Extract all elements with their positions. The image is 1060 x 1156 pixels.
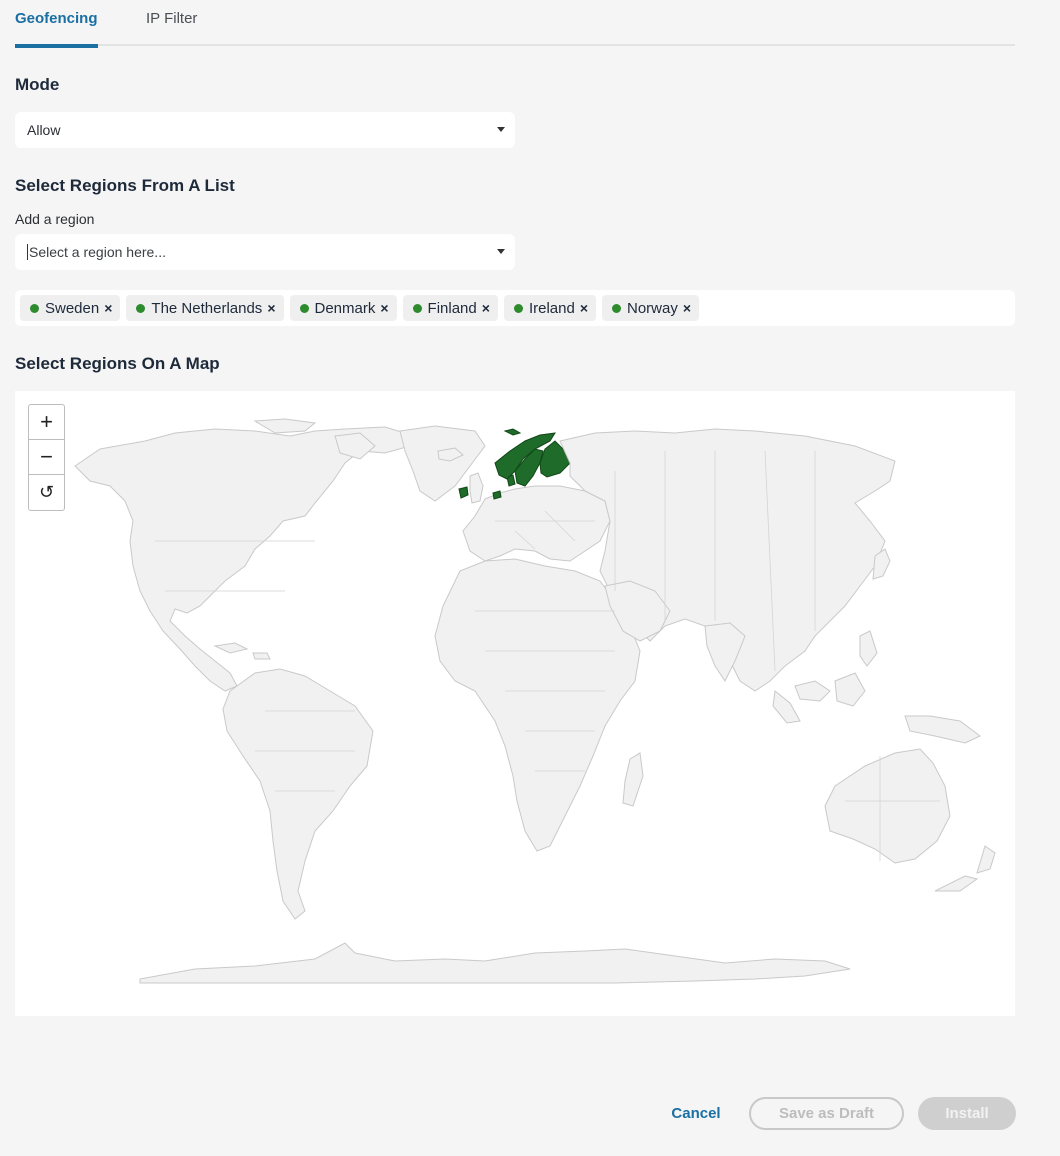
status-dot-icon bbox=[136, 303, 146, 313]
status-dot-icon bbox=[412, 303, 422, 313]
selected-regions: Sweden × The Netherlands × Denmark × Fin… bbox=[15, 290, 1015, 326]
new-zealand-2 bbox=[934, 875, 979, 892]
region-chip-label: Norway bbox=[627, 299, 678, 317]
region-chip-ireland: Ireland × bbox=[503, 295, 596, 321]
remove-region-icon[interactable]: × bbox=[380, 300, 388, 316]
world-map-canvas[interactable] bbox=[15, 391, 1015, 1016]
status-dot-icon bbox=[299, 303, 309, 313]
zoom-in-button[interactable]: + bbox=[29, 405, 64, 440]
region-search-input[interactable] bbox=[27, 244, 467, 260]
cancel-button[interactable]: Cancel bbox=[660, 1097, 732, 1130]
region-select[interactable] bbox=[15, 234, 515, 270]
remove-region-icon[interactable]: × bbox=[267, 300, 275, 316]
remove-region-icon[interactable]: × bbox=[683, 300, 691, 316]
remove-region-icon[interactable]: × bbox=[104, 300, 112, 316]
south-america bbox=[222, 668, 374, 920]
antarctica bbox=[139, 942, 851, 984]
region-chip-label: Ireland bbox=[528, 299, 575, 317]
mode-heading: Mode bbox=[15, 75, 60, 94]
region-ireland bbox=[458, 486, 469, 499]
region-chip-label: Sweden bbox=[45, 299, 100, 317]
north-america bbox=[74, 426, 416, 692]
status-dot-icon bbox=[513, 303, 523, 313]
philippines bbox=[859, 630, 878, 667]
save-draft-button[interactable]: Save as Draft bbox=[749, 1097, 904, 1130]
tab-ip-filter[interactable]: IP Filter bbox=[146, 10, 197, 46]
remove-region-icon[interactable]: × bbox=[580, 300, 588, 316]
caribbean bbox=[213, 642, 249, 654]
map-zoom-controls: + − ↺ bbox=[28, 404, 65, 511]
chevron-down-icon bbox=[497, 249, 505, 254]
region-chip-finland: Finland × bbox=[402, 295, 498, 321]
remove-region-icon[interactable]: × bbox=[482, 300, 490, 316]
status-dot-icon bbox=[30, 303, 39, 313]
arctic-islands bbox=[253, 418, 317, 434]
zoom-out-button[interactable]: − bbox=[29, 440, 64, 475]
regions-list-heading: Select Regions From A List bbox=[15, 176, 235, 195]
reset-view-button[interactable]: ↺ bbox=[29, 475, 64, 510]
australia bbox=[824, 748, 951, 864]
madagascar bbox=[622, 752, 644, 807]
borneo bbox=[834, 672, 866, 707]
region-chip-label: The Netherlands bbox=[151, 299, 263, 317]
region-chip-label: Finland bbox=[427, 299, 477, 317]
region-netherlands bbox=[492, 490, 502, 500]
new-zealand bbox=[976, 845, 996, 874]
map-heading: Select Regions On A Map bbox=[15, 354, 220, 373]
sumatra bbox=[772, 690, 801, 724]
uk bbox=[469, 472, 484, 504]
region-chip-denmark: Denmark × bbox=[289, 295, 397, 321]
add-region-label: Add a region bbox=[15, 211, 95, 227]
region-chip-label: Denmark bbox=[314, 299, 376, 317]
tab-bar: Geofencing IP Filter bbox=[15, 0, 1015, 48]
europe bbox=[462, 485, 611, 562]
region-chip-netherlands: The Netherlands × bbox=[126, 295, 284, 321]
mode-select[interactable]: Allow bbox=[15, 112, 515, 148]
region-chip-norway: Norway × bbox=[602, 295, 700, 321]
install-button[interactable]: Install bbox=[918, 1097, 1016, 1130]
region-chip-sweden: Sweden × bbox=[20, 295, 121, 321]
mode-selected-value: Allow bbox=[27, 122, 61, 138]
new-guinea bbox=[904, 715, 981, 744]
status-dot-icon bbox=[612, 303, 621, 313]
se-asia bbox=[794, 680, 831, 702]
region-svalbard bbox=[503, 428, 522, 436]
tab-geofencing[interactable]: Geofencing bbox=[15, 10, 98, 48]
caribbean-2 bbox=[252, 652, 271, 660]
world-map[interactable]: + − ↺ bbox=[15, 391, 1015, 1016]
chevron-down-icon bbox=[497, 127, 505, 132]
